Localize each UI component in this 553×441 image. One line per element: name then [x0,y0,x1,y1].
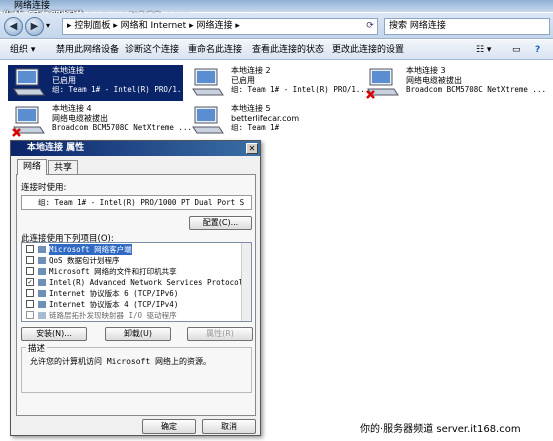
command-toolbar: 组织 ▾ 禁用此网络设备 诊断这个连接 重命名此连接 查看此连接的状态 更改此连… [0,40,553,60]
item-checkbox[interactable] [26,289,34,297]
item-label: Internet 协议版本 6 (TCP/IPv6) [49,289,179,298]
list-item[interactable]: QoS 数据包计划程序 [22,255,242,266]
item-label: 链路层拓扑发现映射器 I/O 驱动程序 [49,311,177,320]
description-label: 描述 [26,342,48,354]
configure-button[interactable]: 配置(C)... [189,216,252,230]
connection-device: Broadcom BCM5708C NetXtreme ... [52,123,192,132]
protocol-icon [38,290,46,297]
dialog-title-bar: 本地连接 属性 ✕ [11,141,260,156]
cancel-button[interactable]: 取消 [202,419,256,434]
connection-device: 组: Team 1# [231,123,280,132]
item-checkbox[interactable] [26,311,34,319]
list-scrollbar[interactable] [241,243,251,321]
description-group: 描述 允许您的计算机访问 Microsoft 网络上的资源。 [21,342,252,393]
service-icon [38,257,46,264]
search-placeholder: 搜索 网络连接 [389,21,446,31]
disable-device-button[interactable]: 禁用此网络设备 [56,40,119,60]
preview-pane-icon[interactable]: ▭ [512,40,521,60]
organize-button[interactable]: 组织 ▾ [10,40,35,60]
item-label: QoS 数据包计划程序 [49,256,120,265]
connection-item[interactable]: 本地连接 2 已启用 组: Team 1# - Intel(R) PRO/1..… [187,65,369,101]
rename-button[interactable]: 重命名此连接 [188,40,242,60]
uninstall-button[interactable]: 卸载(U) [105,327,171,341]
search-input[interactable]: 搜索 网络连接 [384,18,550,35]
refresh-icon[interactable]: ⟳ [364,19,376,33]
protocol-icon [38,301,46,308]
connection-name: 本地连接 3 [406,66,446,75]
network-adapter-icon [13,68,45,96]
dialog-title: 本地连接 属性 [27,143,85,153]
item-label: Microsoft 网络的文件和打印机共享 [49,267,177,276]
properties-button[interactable]: 属性(R) [187,327,253,341]
list-item[interactable]: Microsoft 网络客户端 [22,244,242,255]
ok-button[interactable]: 确定 [142,419,196,434]
connection-item[interactable]: 本地连接 4 网络电缆被拔出 Broadcom BCM5708C NetXtre… [8,103,192,139]
adapter-name: 组: Team 1# - Intel(R) PRO/1000 PT Dual P… [38,198,245,207]
protocol-icon [38,312,46,319]
item-checkbox[interactable] [26,267,34,275]
install-button[interactable]: 安装(N)... [21,327,87,341]
items-list: Microsoft 网络客户端 QoS 数据包计划程序 Microsoft 网络… [21,242,252,322]
connection-status: 网络电缆被拔出 [52,113,108,123]
item-label: Microsoft 网络客户端 [49,244,132,255]
change-settings-button[interactable]: 更改此连接的设置 [332,40,404,60]
item-label: Intel(R) Advanced Network Services Proto… [49,278,244,287]
tab-network[interactable]: 网络 [17,159,47,175]
recent-pages-chevron-icon[interactable]: ▾ [46,21,50,30]
tab-panel: 连接时使用: 组: Team 1# - Intel(R) PRO/1000 PT… [16,174,256,416]
network-adapter-icon [12,106,45,137]
connection-device: 组: Team 1# - Intel(R) PRO/1... [231,85,370,94]
forward-button[interactable]: ▶ [25,17,44,36]
list-item[interactable]: 链路层拓扑发现映射器 I/O 驱动程序 [22,310,242,321]
help-icon[interactable]: ? [535,40,540,60]
connection-device: Broadcom BCM5708C NetXtreme ... [406,85,546,94]
connection-device: 组: Team 1# - Intel(R) PRO/1... [52,85,191,94]
views-icon[interactable]: ☷ ▾ [476,40,491,60]
close-icon[interactable]: ✕ [246,143,258,154]
service-icon [38,268,46,275]
properties-dialog: 本地连接 属性 ✕ 网络 共享 连接时使用: 组: Team 1# - Inte… [10,140,261,436]
item-label: Internet 协议版本 4 (TCP/IPv4) [49,300,179,309]
breadcrumb: ▸ 控制面板 ▸ 网络和 Internet ▸ 网络连接 ▸ [67,21,240,31]
connection-item[interactable]: 本地连接 5 betterlifecar.com 组: Team 1# [187,103,362,139]
protocol-icon [38,279,46,286]
network-adapter-icon [366,68,399,99]
connection-status: 已启用 [52,75,76,85]
connection-status: 网络电缆被拔出 [406,75,462,85]
connection-name: 本地连接 5 [231,104,271,113]
connection-name: 本地连接 4 [52,104,92,113]
network-adapter-icon [192,68,224,96]
list-item[interactable]: Microsoft 网络的文件和打印机共享 [22,266,242,277]
description-text: 允许您的计算机访问 Microsoft 网络上的资源。 [30,357,211,366]
connection-name: 本地连接 [52,66,84,75]
network-adapter-icon [192,106,224,134]
connection-item[interactable]: 本地连接 3 网络电缆被拔出 Broadcom BCM5708C NetXtre… [362,65,546,101]
client-icon [38,246,46,253]
address-input[interactable]: ▸ 控制面板 ▸ 网络和 Internet ▸ 网络连接 ▸ [62,18,378,35]
tab-sharing[interactable]: 共享 [48,160,78,175]
connection-status: betterlifecar.com [231,113,300,123]
connection-name: 本地连接 2 [231,66,271,75]
connection-item[interactable]: 本地连接 已启用 组: Team 1# - Intel(R) PRO/1... [8,65,190,101]
item-checkbox[interactable] [26,245,34,253]
item-checkbox[interactable] [26,300,34,308]
list-item[interactable]: Internet 协议版本 4 (TCP/IPv4) [22,299,242,310]
connection-status: 已启用 [231,75,255,85]
item-checkbox[interactable] [26,256,34,264]
watermark-bottom: 你的·服务器频道 server.it168.com [360,424,521,435]
list-item[interactable]: ✓ Intel(R) Advanced Network Services Pro… [22,277,244,288]
adapter-field: 组: Team 1# - Intel(R) PRO/1000 PT Dual P… [21,195,252,210]
diagnose-button[interactable]: 诊断这个连接 [125,40,179,60]
back-button[interactable]: ◀ [4,17,23,36]
list-item[interactable]: Internet 协议版本 6 (TCP/IPv6) [22,288,242,299]
connect-using-label: 连接时使用: [21,183,67,193]
item-checkbox[interactable]: ✓ [26,278,34,286]
view-status-button[interactable]: 查看此连接的状态 [252,40,324,60]
